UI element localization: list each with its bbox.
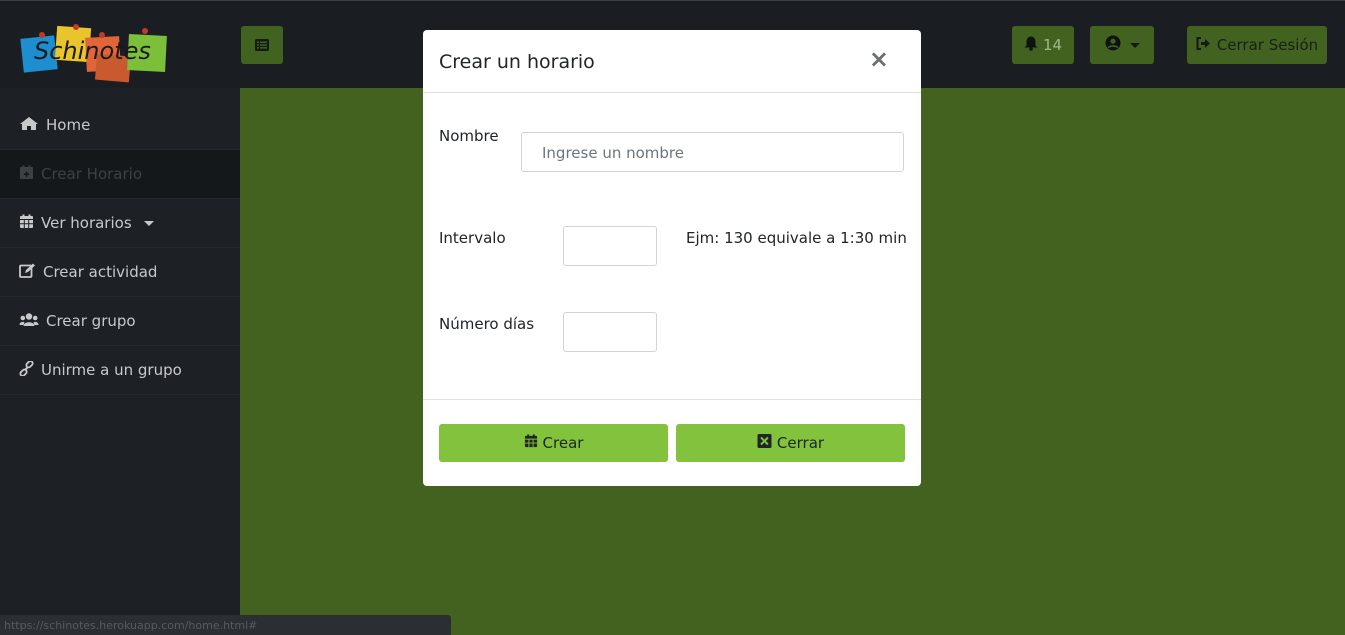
- days-label: Número días: [439, 315, 535, 333]
- interval-input[interactable]: [563, 226, 657, 266]
- sidebar-item-unirme-grupo[interactable]: Unirme a un grupo: [0, 346, 240, 395]
- create-button[interactable]: Crear: [439, 424, 668, 462]
- modal-header: Crear un horario ×: [423, 30, 921, 93]
- link-icon: [19, 359, 34, 380]
- logo-text: Schinotes: [34, 37, 151, 65]
- create-label: Crear: [542, 434, 584, 452]
- list-icon: [255, 36, 269, 55]
- interval-label: Intervalo: [439, 229, 506, 247]
- sidebar-item-label: Unirme a un grupo: [41, 361, 182, 379]
- sign-out-icon: [1196, 36, 1211, 54]
- users-icon: [19, 312, 39, 331]
- notification-count: 14: [1042, 36, 1063, 54]
- calendar-plus-icon: [19, 165, 34, 184]
- notifications-button[interactable]: 14: [1012, 26, 1074, 64]
- close-square-icon: [757, 434, 772, 452]
- chevron-down-icon: [1129, 42, 1140, 48]
- sidebar-item-crear-horario[interactable]: Crear Horario: [0, 150, 240, 199]
- sidebar-item-crear-grupo[interactable]: Crear grupo: [0, 297, 240, 346]
- name-label: Nombre: [439, 127, 499, 145]
- sidebar-item-ver-horarios[interactable]: Ver horarios: [0, 199, 240, 248]
- sidebar-item-crear-actividad[interactable]: Crear actividad: [0, 248, 240, 297]
- sidebar-item-label: Crear Horario: [41, 165, 142, 183]
- logout-label: Cerrar Sesión: [1216, 36, 1319, 54]
- sidebar-item-label: Ver horarios: [41, 214, 132, 232]
- sidebar-item-label: Home: [46, 116, 91, 134]
- chevron-down-icon: [143, 220, 154, 226]
- user-menu-button[interactable]: [1090, 26, 1154, 64]
- schinotes-logo[interactable]: Schinotes: [20, 23, 170, 85]
- close-label: Cerrar: [776, 434, 825, 452]
- status-bar-url: https://schinotes.herokuapp.com/home.htm…: [0, 615, 451, 635]
- name-input-placeholder: Ingrese un nombre: [542, 144, 684, 162]
- modal-title: Crear un horario: [439, 51, 595, 73]
- edit-icon: [19, 263, 36, 282]
- close-icon[interactable]: ×: [869, 47, 889, 71]
- calendar-icon: [19, 214, 34, 233]
- sidebar-item-label: Crear grupo: [46, 312, 136, 330]
- days-input[interactable]: [563, 312, 657, 352]
- modal-footer-divider: [423, 399, 921, 400]
- sidebar-item-label: Crear actividad: [43, 263, 158, 281]
- calendar-icon: [524, 434, 538, 452]
- cancel-button[interactable]: Cerrar: [676, 424, 905, 462]
- sidebar-item-home[interactable]: Home: [0, 101, 240, 150]
- sidebar-toggle-button[interactable]: [241, 26, 283, 64]
- interval-hint: Ejm: 130 equivale a 1:30 min: [686, 229, 907, 247]
- name-input[interactable]: Ingrese un nombre: [521, 132, 904, 172]
- create-schedule-modal: Crear un horario × Nombre Ingrese un nom…: [423, 30, 921, 486]
- user-circle-icon: [1105, 35, 1121, 55]
- home-icon: [19, 116, 39, 135]
- sidebar: Home Crear Horario Ver horarios Crear ac…: [0, 88, 240, 635]
- logout-button[interactable]: Cerrar Sesión: [1187, 26, 1327, 64]
- bell-icon: [1024, 36, 1038, 55]
